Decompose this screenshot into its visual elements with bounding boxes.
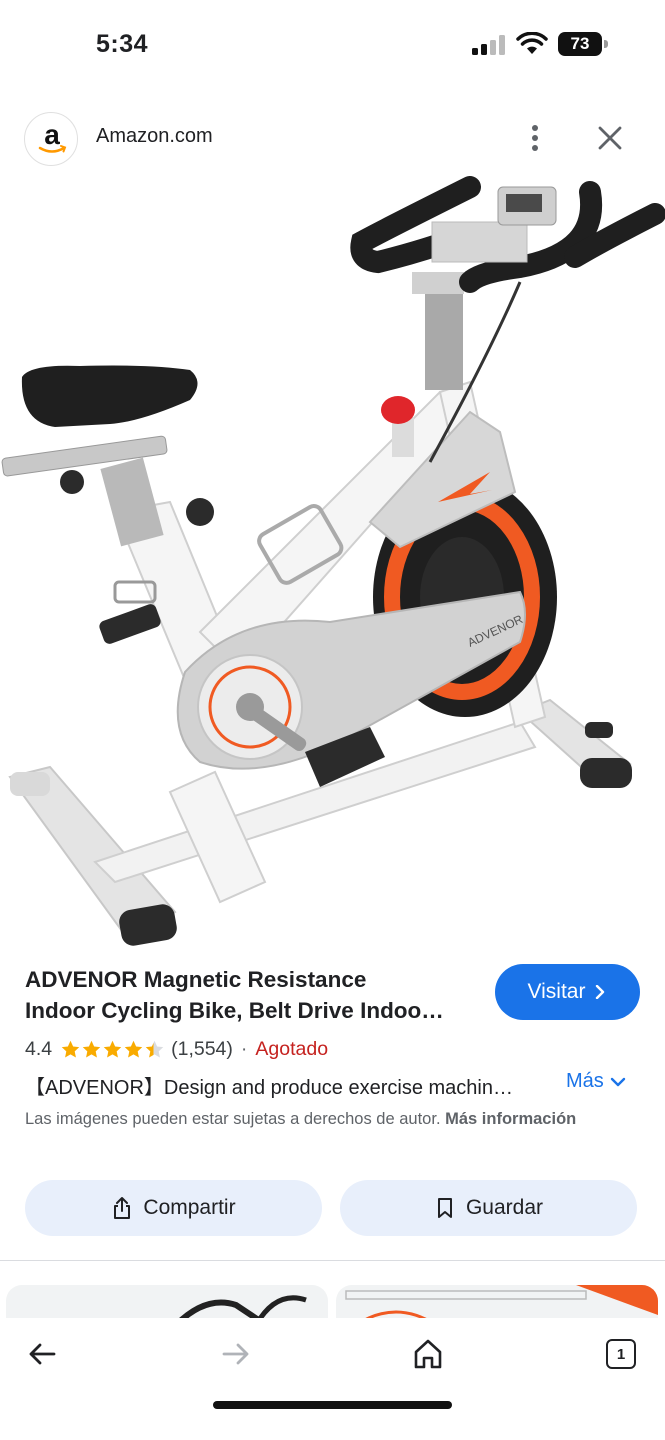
star-icon — [124, 1040, 143, 1057]
more-options-button[interactable] — [520, 120, 550, 156]
home-indicator — [213, 1401, 452, 1409]
battery-icon: 73 — [558, 32, 608, 56]
more-description-label: Más — [566, 1070, 604, 1092]
bottom-navigation: 1 — [0, 1318, 665, 1440]
more-info-link[interactable]: Más información — [445, 1110, 576, 1128]
star-icon — [82, 1040, 101, 1057]
cellular-signal-icon — [472, 35, 505, 55]
star-icon — [61, 1040, 80, 1057]
chevron-down-icon — [610, 1077, 625, 1086]
star-rating — [60, 1039, 165, 1060]
divider — [0, 1260, 665, 1261]
save-label: Guardar — [465, 1196, 544, 1219]
product-description: 【ADVENOR】Design and produce exercise mac… — [25, 1077, 513, 1099]
transport-wheel — [585, 722, 613, 738]
star-half-icon — [145, 1040, 164, 1057]
copyright-text: Las imágenes pueden estar sujetas a dere… — [25, 1110, 441, 1128]
arrow-left-icon — [29, 1343, 56, 1365]
star-icon — [103, 1040, 122, 1057]
back-button[interactable] — [18, 1336, 66, 1372]
tabs-button[interactable]: 1 — [597, 1336, 645, 1372]
arrow-right-icon — [222, 1343, 249, 1365]
close-icon — [598, 126, 622, 150]
availability-status: Agotado — [255, 1037, 329, 1060]
separator-dot: · — [240, 1037, 248, 1060]
rating-value: 4.4 — [25, 1037, 53, 1060]
smile-arrow-icon — [38, 145, 67, 153]
product-image[interactable]: ADVENOR — [0, 172, 665, 952]
product-title[interactable]: ADVENOR Magnetic Resistance Indoor Cycli… — [25, 964, 475, 1026]
battery-tip — [604, 40, 608, 48]
forward-button[interactable] — [212, 1336, 260, 1372]
bookmark-icon — [437, 1198, 452, 1218]
product-title-line-1: ADVENOR Magnetic Resistance — [25, 967, 367, 992]
wifi-icon — [516, 32, 548, 54]
tabs-count: 1 — [606, 1339, 636, 1369]
status-time: 5:34 — [96, 30, 149, 58]
visit-button-label: Visitar — [527, 980, 586, 1003]
more-vert-icon — [532, 125, 538, 151]
page-header: a Amazon.com — [0, 108, 665, 168]
home-button[interactable] — [404, 1336, 452, 1372]
share-button[interactable]: Compartir — [25, 1180, 322, 1236]
more-description-button[interactable]: Más — [566, 1070, 626, 1093]
chevron-right-icon — [596, 985, 605, 999]
review-count: (1,554) — [171, 1037, 233, 1060]
share-icon — [114, 1197, 131, 1219]
home-icon — [414, 1339, 442, 1369]
seat — [1, 365, 214, 547]
battery-level: 73 — [558, 32, 602, 56]
site-name: Amazon.com — [96, 125, 213, 147]
visit-button[interactable]: Visitar — [495, 964, 640, 1020]
status-bar: 5:34 73 — [0, 0, 665, 90]
save-button[interactable]: Guardar — [340, 1180, 637, 1236]
amazon-logo: a — [24, 112, 78, 166]
close-button[interactable] — [590, 120, 630, 156]
product-title-line-2: Indoor Cycling Bike, Belt Drive Indoo… — [25, 998, 444, 1023]
rating-row: 4.4 (1,554) · Agotado — [25, 1035, 328, 1063]
share-label: Compartir — [143, 1196, 236, 1219]
copyright-notice: Las imágenes pueden estar sujetas a dere… — [25, 1107, 585, 1131]
